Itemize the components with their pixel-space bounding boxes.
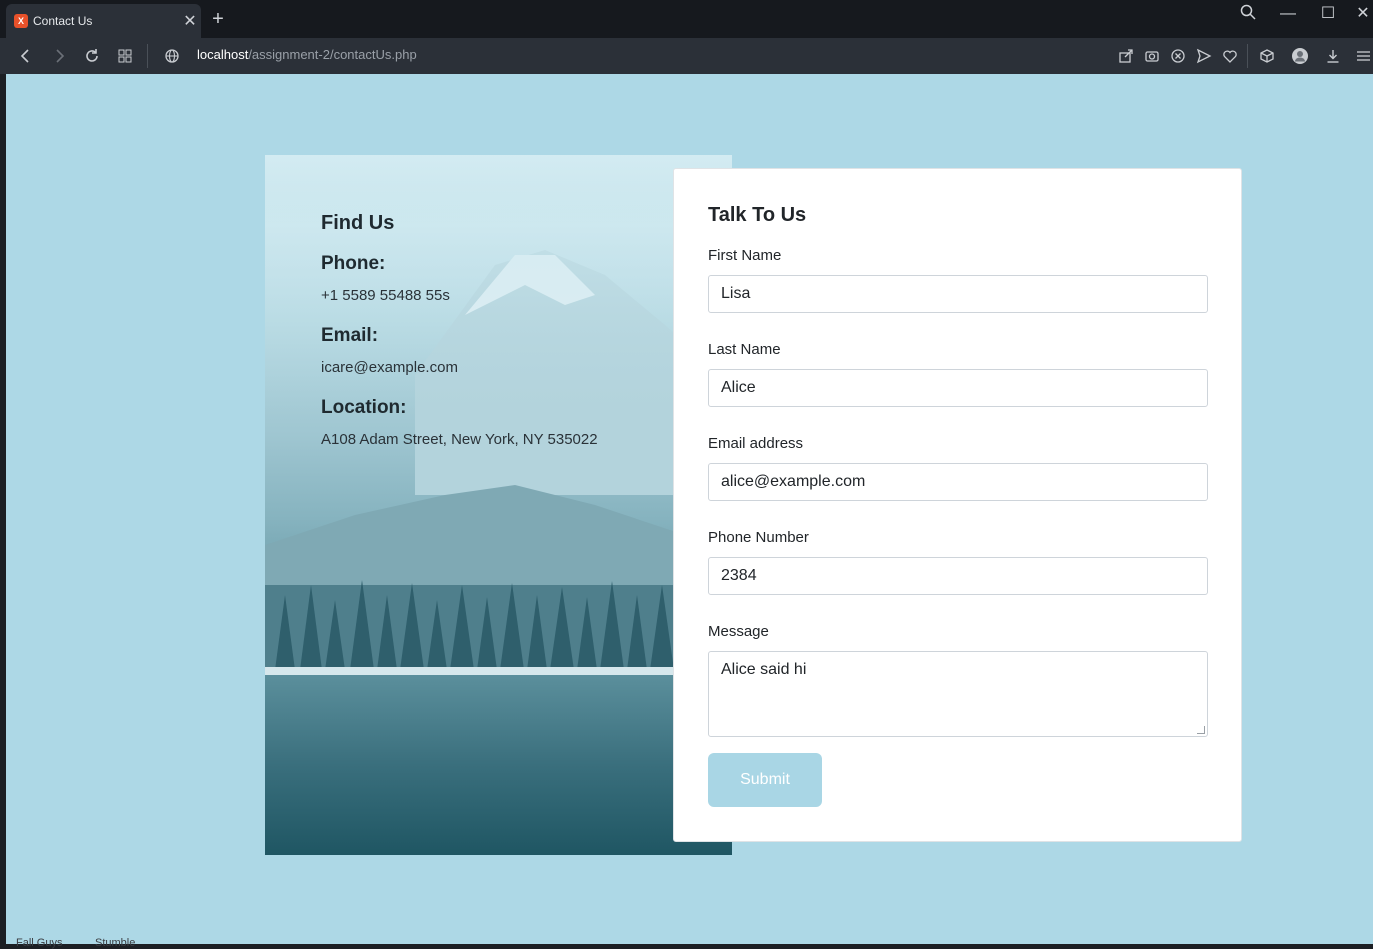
browser-toolbar: localhost/assignment-2/contactUs.php [0,38,1373,74]
bookmark-item[interactable]: Stumble [95,937,135,949]
search-tabs-icon[interactable] [1237,4,1259,26]
email-address-label: Email address [708,435,804,452]
profile-avatar-icon[interactable] [1289,45,1311,67]
back-icon[interactable] [15,45,37,67]
share-icon[interactable] [1115,45,1137,67]
message-text: Alice said hi [721,661,807,678]
contact-form-card: Talk To Us First Name Lisa Last Name Ali… [673,168,1242,842]
tab-bar: X Contact Us ✕ + — ☐ ✕ [0,0,1373,38]
block-icon[interactable] [1167,45,1189,67]
browser-tab[interactable]: X Contact Us ✕ [6,4,201,38]
url-path: /assignment-2/contactUs.php [248,47,417,62]
message-textarea[interactable]: Alice said hi [708,651,1208,737]
message-label: Message [708,623,769,640]
close-tab-icon[interactable]: ✕ [179,11,201,31]
xampp-favicon-icon: X [14,14,28,28]
forward-icon[interactable] [48,45,70,67]
find-us-heading: Find Us [321,212,395,234]
minimize-icon[interactable]: — [1277,4,1299,24]
tab-title: Contact Us [33,14,93,28]
phone-value: +1 5589 55488 55s [321,287,450,304]
last-name-label: Last Name [708,341,781,358]
toolbar-divider [147,44,148,68]
last-name-input[interactable]: Alice [708,369,1208,407]
resize-handle-icon[interactable] [1197,726,1205,734]
email-label: Email: [321,325,379,346]
find-us-panel: Find Us Phone: +1 5589 55488 55s Email: … [265,155,732,855]
camera-icon[interactable] [1141,45,1163,67]
url-host: localhost [197,47,249,62]
address-bar[interactable]: localhost/assignment-2/contactUs.php [197,47,417,62]
email-input[interactable]: alice@example.com [708,463,1208,501]
location-label: Location: [321,397,407,418]
email-value: icare@example.com [321,359,458,376]
phone-number-label: Phone Number [708,529,809,546]
heart-icon[interactable] [1219,45,1241,67]
maximize-icon[interactable]: ☐ [1317,4,1339,24]
cube-icon[interactable] [1256,45,1278,67]
page-viewport: Find Us Phone: +1 5589 55488 55s Email: … [6,74,1373,944]
first-name-label: First Name [708,247,782,264]
bottom-strip [0,944,1373,949]
form-title: Talk To Us [708,204,807,226]
phone-input[interactable]: 2384 [708,557,1208,595]
location-value: A108 Adam Street, New York, NY 535022 [321,431,598,448]
phone-label: Phone: [321,253,386,274]
tab-grid-icon[interactable] [114,45,136,67]
globe-icon[interactable] [161,45,183,67]
first-name-input[interactable]: Lisa [708,275,1208,313]
new-tab-icon[interactable]: + [208,8,228,30]
close-window-icon[interactable]: ✕ [1352,4,1373,24]
easy-setup-icon[interactable] [1351,45,1373,67]
download-icon[interactable] [1322,45,1344,67]
toolbar-divider-2 [1247,44,1248,68]
bookmark-item[interactable]: Fall Guys [16,937,62,949]
send-icon[interactable] [1193,45,1215,67]
reload-icon[interactable] [81,45,103,67]
submit-button[interactable]: Submit [708,753,822,807]
